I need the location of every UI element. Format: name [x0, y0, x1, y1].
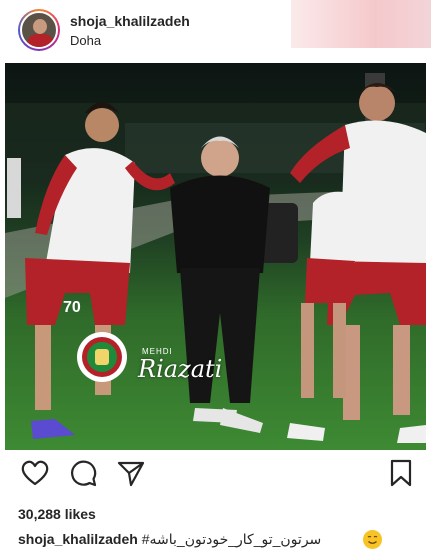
watermark-name: Riazati: [138, 355, 223, 383]
bookmark-icon[interactable]: [386, 458, 416, 488]
avatar-image: [20, 11, 58, 49]
shirt-number: 70: [63, 299, 81, 316]
likes-count[interactable]: 30,288 likes: [18, 506, 96, 522]
paper-plane-icon[interactable]: [116, 458, 146, 488]
post-photo[interactable]: 70 MEHDI Riazati: [5, 63, 426, 450]
photo-scene: 70: [5, 73, 426, 443]
smiling-face-emoji-icon: [363, 530, 382, 549]
blurred-region: [291, 0, 431, 48]
caption-username[interactable]: shoja_khalilzadeh: [18, 531, 138, 547]
post-header: shoja_khalilzadeh Doha: [0, 0, 431, 58]
heart-outline-icon[interactable]: [20, 458, 50, 488]
post-username[interactable]: shoja_khalilzadeh: [70, 13, 190, 29]
caption-hashtag[interactable]: #سرتون_تو_کار_خودتون_باشه: [142, 531, 322, 547]
action-bar: [0, 458, 431, 498]
post-caption: shoja_khalilzadeh #سرتون_تو_کار_خودتون_ب…: [18, 530, 418, 549]
post-location[interactable]: Doha: [70, 33, 101, 48]
comment-icon[interactable]: [68, 458, 98, 488]
avatar[interactable]: [18, 9, 60, 51]
